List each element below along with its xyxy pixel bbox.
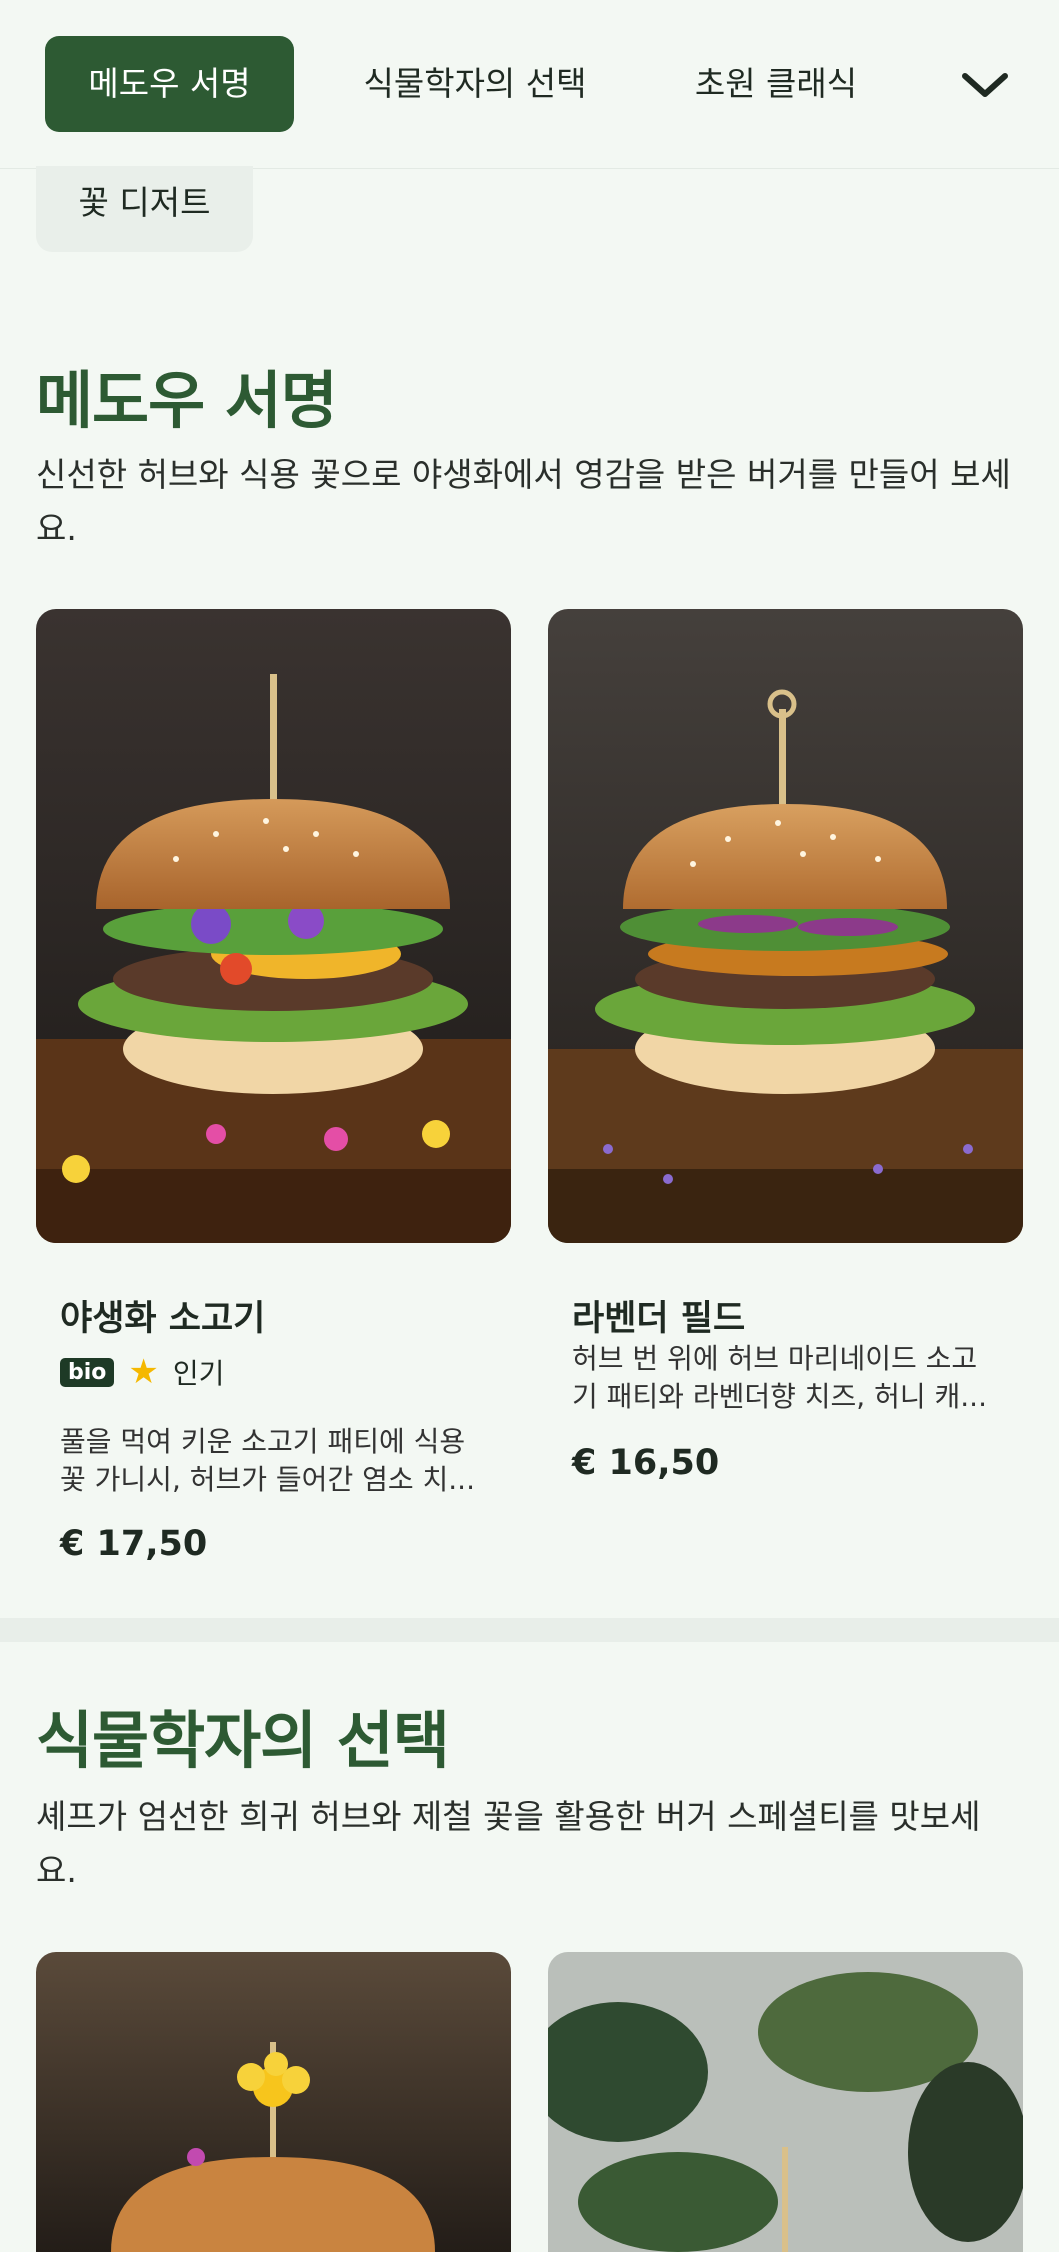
- item-badges: bio ★ 인기: [60, 1352, 224, 1392]
- burger-image[interactable]: [36, 1952, 511, 2252]
- section-divider: [0, 1618, 1059, 1642]
- tab-botanist-choice[interactable]: 식물학자의 선택: [340, 36, 610, 132]
- burger-image[interactable]: [548, 1952, 1023, 2252]
- burger-image[interactable]: [548, 609, 1023, 1243]
- tab-meadow-signature[interactable]: 메도우 서명: [45, 36, 294, 132]
- section-description: 셰프가 엄선한 희귀 허브와 제철 꽃을 활용한 버거 스페셜티를 맛보세요.: [36, 1797, 981, 1890]
- menu-item-description: 허브 번 위에 허브 마리네이드 소고기 패티와 라벤더향 치즈, 허니 캐..…: [572, 1342, 987, 1413]
- menu-item-name[interactable]: 야생화 소고기: [60, 1290, 265, 1341]
- section-title: 메도우 서명: [36, 364, 338, 437]
- section-description: 신선한 허브와 식용 꽃으로 야생화에서 영감을 받은 버거를 만들어 보세요.: [36, 455, 1011, 548]
- menu-item-price: € 16,50: [572, 1443, 720, 1483]
- menu-item-price: € 17,50: [60, 1524, 208, 1564]
- star-icon: ★: [128, 1352, 159, 1392]
- menu-item-name[interactable]: 라벤더 필드: [572, 1290, 745, 1341]
- tab-flower-dessert[interactable]: 꽃 디저트: [36, 166, 253, 252]
- bio-badge: bio: [60, 1357, 115, 1387]
- tab-meadow-classic[interactable]: 초원 클래식: [660, 36, 892, 132]
- menu-item-description: 풀을 먹여 키운 소고기 패티에 식용 꽃 가니시, 허브가 들어간 염소 치.…: [60, 1425, 475, 1496]
- burger-image[interactable]: [36, 609, 511, 1243]
- popular-label: 인기: [172, 1357, 225, 1390]
- chevron-down-icon[interactable]: [955, 60, 1015, 108]
- section-title: 식물학자의 선택: [36, 1704, 450, 1777]
- category-nav: 메도우 서명 식물학자의 선택 초원 클래식: [0, 0, 1059, 169]
